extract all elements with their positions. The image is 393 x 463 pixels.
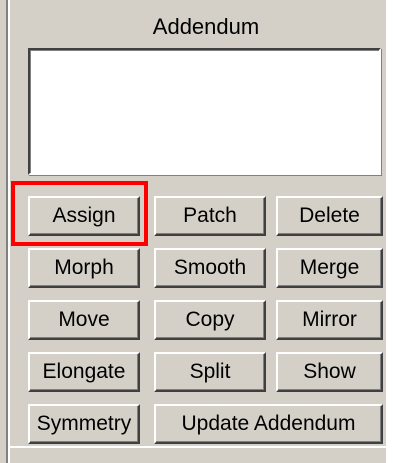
merge-button[interactable]: Merge xyxy=(276,248,383,288)
patch-button[interactable]: Patch xyxy=(154,196,266,236)
panel-divider-light xyxy=(8,0,10,463)
update-addendum-button[interactable]: Update Addendum xyxy=(154,404,383,444)
addendum-text-area[interactable] xyxy=(28,48,381,175)
panel-bottom-edge xyxy=(10,446,386,448)
symmetry-button[interactable]: Symmetry xyxy=(28,404,140,444)
assign-button[interactable]: Assign xyxy=(28,196,140,236)
copy-button[interactable]: Copy xyxy=(154,300,266,340)
addendum-panel: Addendum Assign Patch Delete Morph Smoot… xyxy=(0,0,393,463)
mirror-button[interactable]: Mirror xyxy=(276,300,383,340)
morph-button[interactable]: Morph xyxy=(28,248,140,288)
elongate-button[interactable]: Elongate xyxy=(28,352,140,392)
panel-right-edge xyxy=(386,0,393,463)
delete-button[interactable]: Delete xyxy=(276,196,383,236)
panel-title: Addendum xyxy=(152,14,260,39)
smooth-button[interactable]: Smooth xyxy=(154,248,266,288)
split-button[interactable]: Split xyxy=(154,352,266,392)
move-button[interactable]: Move xyxy=(28,300,140,340)
show-button[interactable]: Show xyxy=(276,352,383,392)
